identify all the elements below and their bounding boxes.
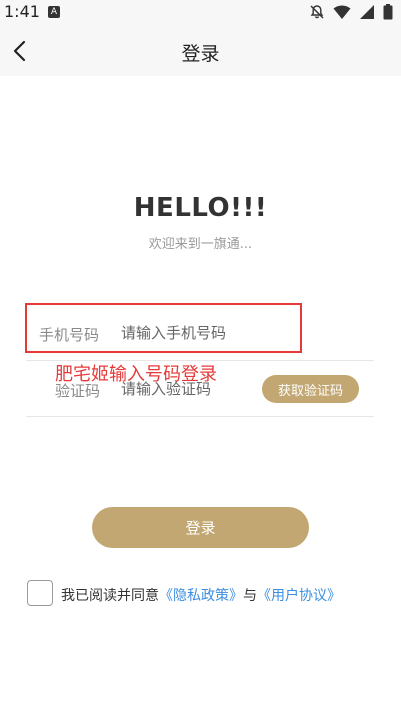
greeting-subtitle: 欢迎来到一旗通... <box>148 237 253 252</box>
status-icons <box>309 4 393 20</box>
agreement-connector: 与 <box>243 588 257 604</box>
annotation-text: 肥宅姬输入号码登录 <box>55 364 217 385</box>
nav-bar: 登录 <box>0 26 401 76</box>
agreement-text: 我已阅读并同意《隐私政策》与《用户协议》 <box>61 585 341 605</box>
login-button[interactable]: 登录 <box>92 507 309 548</box>
code-divider <box>26 416 374 417</box>
status-time: 1:41 <box>4 2 40 21</box>
page-title: 登录 <box>181 43 220 65</box>
user-agreement-link[interactable]: 《用户协议》 <box>257 588 341 604</box>
get-code-button[interactable]: 获取验证码 <box>262 375 359 403</box>
agreement-checkbox[interactable] <box>27 580 53 606</box>
privacy-policy-link[interactable]: 《隐私政策》 <box>159 588 243 604</box>
wifi-icon <box>333 5 351 19</box>
battery-icon <box>383 4 393 20</box>
notification-a-icon: A <box>48 6 60 18</box>
phone-highlight-box <box>25 303 302 353</box>
signal-icon <box>360 5 374 19</box>
agreement-prefix: 我已阅读并同意 <box>61 588 159 604</box>
status-bar: 1:41 A <box>0 0 401 26</box>
silent-bell-icon <box>310 5 324 19</box>
greeting-title: HELLO!!! <box>133 193 268 223</box>
